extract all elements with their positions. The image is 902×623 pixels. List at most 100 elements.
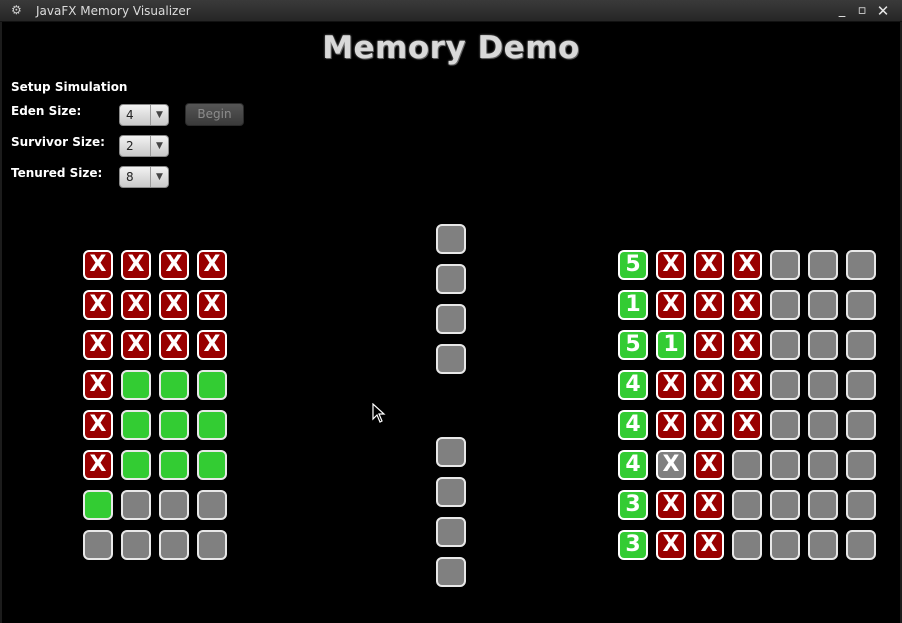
eden-cell-empty — [159, 490, 189, 520]
tenured-cell-empty — [732, 530, 762, 560]
eden-cell-collected: X — [159, 250, 189, 280]
tenured-cell-empty — [770, 250, 800, 280]
eden-cell-live — [121, 410, 151, 440]
survivor-cell-empty — [436, 437, 466, 467]
tenured-cell-empty — [808, 530, 838, 560]
tenured-cell-empty — [846, 330, 876, 360]
eden-cell-collected: X — [121, 250, 151, 280]
eden-size-label: Eden Size: — [11, 104, 82, 118]
begin-button[interactable]: Begin — [185, 103, 244, 126]
tenured-cell-empty — [770, 410, 800, 440]
maximize-icon[interactable]: ▫ — [853, 2, 871, 20]
tenured-cell-collected: X — [656, 290, 686, 320]
tenured-cell-collected: X — [732, 370, 762, 400]
tenured-cell-empty — [846, 530, 876, 560]
tenured-cell-empty — [770, 290, 800, 320]
eden-cell-collected: X — [83, 370, 113, 400]
chevron-down-icon[interactable]: ▼ — [150, 136, 168, 156]
tenured-cell-age: 1 — [618, 290, 648, 320]
tenured-cell-collected: X — [732, 330, 762, 360]
tenured-cell-collected: X — [694, 330, 724, 360]
tenured-cell-collected: X — [694, 370, 724, 400]
window-title: JavaFX Memory Visualizer — [36, 4, 191, 18]
tenured-cell-empty — [770, 370, 800, 400]
tenured-size-label: Tenured Size: — [11, 166, 103, 180]
tenured-cell-collected: X — [694, 250, 724, 280]
tenured-cell-empty — [846, 290, 876, 320]
tenured-cell-empty — [808, 250, 838, 280]
setup-title: Setup Simulation — [11, 80, 128, 94]
tenured-cell-empty — [770, 530, 800, 560]
eden-cell-empty — [159, 530, 189, 560]
eden-cell-empty — [121, 530, 151, 560]
tenured-cell-collected: X — [656, 250, 686, 280]
gear-icon[interactable]: ⚙ — [11, 3, 22, 17]
survivor-cell-empty — [436, 224, 466, 254]
tenured-cell-empty — [770, 490, 800, 520]
tenured-cell-collected: X — [656, 450, 686, 480]
eden-size-value: 4 — [126, 108, 134, 122]
tenured-cell-age: 5 — [618, 250, 648, 280]
survivor-size-select[interactable]: 2 ▼ — [119, 135, 169, 157]
mouse-pointer-icon — [372, 403, 386, 423]
eden-size-select[interactable]: 4 ▼ — [119, 104, 169, 126]
eden-cell-empty — [121, 490, 151, 520]
tenured-cell-collected: X — [732, 250, 762, 280]
eden-cell-empty — [197, 490, 227, 520]
tenured-cell-collected: X — [656, 490, 686, 520]
tenured-cell-empty — [808, 410, 838, 440]
eden-cell-live — [121, 450, 151, 480]
eden-cell-live — [159, 370, 189, 400]
tenured-cell-empty — [770, 330, 800, 360]
survivor-cell-empty — [436, 304, 466, 334]
tenured-cell-collected: X — [656, 530, 686, 560]
tenured-cell-age: 5 — [618, 330, 648, 360]
tenured-cell-age: 4 — [618, 370, 648, 400]
tenured-cell-age: 3 — [618, 490, 648, 520]
survivor-cell-empty — [436, 557, 466, 587]
tenured-cell-empty — [846, 250, 876, 280]
eden-cell-collected: X — [83, 330, 113, 360]
tenured-cell-empty — [808, 490, 838, 520]
window-border-left — [0, 22, 2, 623]
eden-cell-collected: X — [83, 290, 113, 320]
tenured-cell-collected: X — [694, 490, 724, 520]
tenured-cell-empty — [808, 330, 838, 360]
eden-cell-live — [197, 370, 227, 400]
minimize-icon[interactable]: _ — [833, 2, 851, 20]
eden-cell-collected: X — [159, 330, 189, 360]
tenured-size-select[interactable]: 8 ▼ — [119, 166, 169, 188]
survivor-size-value: 2 — [126, 139, 134, 153]
tenured-cell-empty — [770, 450, 800, 480]
tenured-cell-empty — [846, 450, 876, 480]
eden-cell-live — [197, 410, 227, 440]
eden-cell-live — [159, 450, 189, 480]
eden-cell-collected: X — [83, 410, 113, 440]
tenured-cell-collected: X — [732, 290, 762, 320]
page-title: Memory Demo — [322, 30, 580, 66]
eden-cell-collected: X — [159, 290, 189, 320]
tenured-cell-collected: X — [656, 370, 686, 400]
eden-cell-live — [197, 450, 227, 480]
close-icon[interactable]: ✕ — [874, 2, 892, 20]
survivor-cell-empty — [436, 344, 466, 374]
eden-cell-live — [159, 410, 189, 440]
window-titlebar: ⚙ JavaFX Memory Visualizer _ ▫ ✕ — [0, 0, 902, 22]
chevron-down-icon[interactable]: ▼ — [150, 167, 168, 187]
eden-cell-live — [121, 370, 151, 400]
tenured-cell-empty — [732, 450, 762, 480]
tenured-cell-collected: X — [732, 410, 762, 440]
tenured-size-value: 8 — [126, 170, 134, 184]
tenured-cell-age: 3 — [618, 530, 648, 560]
tenured-cell-collected: X — [694, 450, 724, 480]
tenured-cell-empty — [808, 450, 838, 480]
eden-cell-empty — [83, 530, 113, 560]
eden-cell-collected: X — [83, 250, 113, 280]
tenured-cell-collected: X — [694, 410, 724, 440]
chevron-down-icon[interactable]: ▼ — [150, 105, 168, 125]
eden-cell-empty — [197, 530, 227, 560]
tenured-cell-collected: X — [694, 530, 724, 560]
eden-cell-collected: X — [83, 450, 113, 480]
survivor-size-label: Survivor Size: — [11, 135, 105, 149]
tenured-cell-empty — [808, 290, 838, 320]
